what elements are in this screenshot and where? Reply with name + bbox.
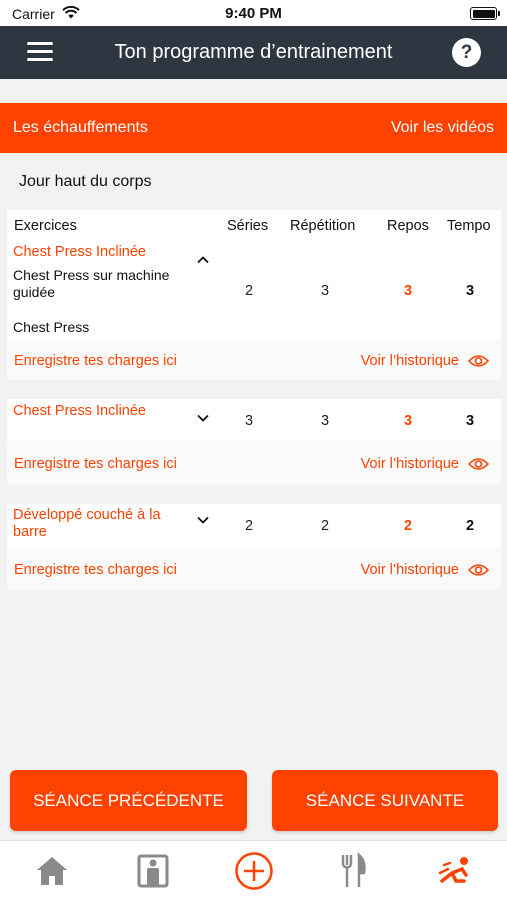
eye-icon[interactable] — [468, 457, 489, 471]
series-value: 2 — [244, 283, 254, 299]
tempo-value: 2 — [465, 518, 475, 534]
top-navbar: Ton programme d’entrainement ? — [0, 26, 507, 79]
add-circle-icon[interactable] — [234, 851, 274, 891]
repos-value: 2 — [403, 518, 413, 534]
view-history-link[interactable]: Voir l’historique — [361, 456, 459, 472]
repos-value: 3 — [403, 413, 413, 429]
eye-icon[interactable] — [468, 563, 489, 577]
col-header-tempo: Tempo — [447, 218, 491, 234]
col-header-repos: Repos — [387, 218, 429, 234]
next-session-button[interactable]: SÉANCE SUIVANTE — [272, 770, 498, 831]
repetition-value: 3 — [320, 283, 330, 299]
body-measure-icon[interactable] — [133, 851, 173, 891]
exercise-name[interactable]: Développé couché à la barre — [13, 507, 163, 541]
view-history-link[interactable]: Voir l’historique — [361, 353, 459, 369]
warmup-banner[interactable]: Les échauffements Voir les vidéos — [0, 103, 507, 153]
status-bar: Carrier 9:40 PM — [0, 0, 507, 26]
col-header-repetition: Répétition — [290, 218, 356, 234]
tempo-value: 3 — [465, 283, 475, 299]
log-charges-link[interactable]: Enregistre tes charges ici — [14, 353, 177, 369]
exercise-name[interactable]: Chest Press Inclinée — [13, 244, 173, 261]
series-value: 2 — [244, 518, 254, 534]
bottom-tab-bar — [0, 840, 507, 900]
col-header-series: Séries — [227, 218, 269, 234]
chevron-down-icon[interactable] — [196, 414, 210, 423]
fork-knife-icon[interactable] — [334, 851, 374, 891]
view-history-link[interactable]: Voir l’historique — [361, 562, 459, 578]
workout-icon[interactable] — [436, 851, 476, 891]
page-title: Ton programme d’entrainement — [114, 41, 393, 63]
day-title: Jour haut du corps — [19, 173, 152, 190]
exercise-name[interactable]: Chest Press Inclinée — [13, 403, 173, 420]
exercise-card-3: Développé couché à la barre 2 2 2 2 Enre… — [7, 504, 501, 590]
exercise-card-2: Chest Press Inclinée 3 3 3 3 Enregistre … — [7, 399, 501, 485]
previous-session-button[interactable]: SÉANCE PRÉCÉDENTE — [10, 770, 247, 831]
log-charges-link[interactable]: Enregistre tes charges ici — [14, 562, 177, 578]
warmup-label: Les échauffements — [13, 119, 148, 136]
eye-icon[interactable] — [468, 354, 489, 368]
repos-value: 3 — [403, 283, 413, 299]
chevron-down-icon[interactable] — [196, 516, 210, 525]
log-charges-link[interactable]: Enregistre tes charges ici — [14, 456, 177, 472]
exercise-variant: Chest Press sur machine guidée — [13, 267, 170, 300]
repetition-value: 3 — [320, 413, 330, 429]
exercise-variant: Chest Press — [13, 319, 90, 335]
tempo-value: 3 — [465, 413, 475, 429]
repetition-value: 2 — [320, 518, 330, 534]
col-header-exercices: Exercices — [14, 218, 77, 234]
exercise-card-1: Exercices Séries Répétition Repos Tempo … — [7, 210, 501, 380]
clock: 9:40 PM — [225, 5, 282, 22]
battery-icon — [470, 7, 500, 20]
watch-videos-link[interactable]: Voir les vidéos — [391, 119, 494, 137]
help-icon[interactable]: ? — [452, 38, 481, 67]
series-value: 3 — [244, 413, 254, 429]
home-icon[interactable] — [32, 851, 72, 891]
chevron-up-icon[interactable] — [196, 255, 210, 264]
